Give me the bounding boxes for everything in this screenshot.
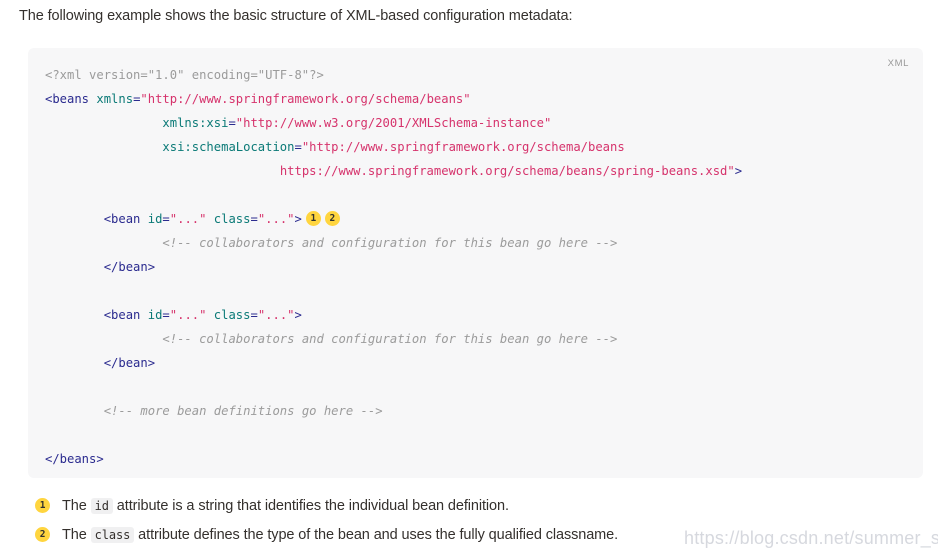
line-bean-one-comment: <!-- collaborators and configuration for… — [45, 231, 913, 255]
code-token-str: "..." — [257, 212, 295, 226]
code-token-tag: <beans — [45, 92, 90, 106]
footnote-badge-2[interactable]: 2 — [35, 526, 50, 542]
code-token-eq: = — [162, 212, 170, 226]
code-token-tag: </beans> — [45, 452, 104, 466]
code-token-eq: = — [228, 116, 236, 130]
footnote-inline-code: id — [90, 498, 113, 514]
code-token-eq: = — [294, 140, 302, 154]
code-token-tag: > — [294, 212, 302, 226]
intro-paragraph: The following example shows the basic st… — [19, 8, 573, 24]
code-token-attr: xmlns:xsi — [162, 116, 229, 130]
line-bean-one-open: <bean id="..." class="..."> 1 2 — [45, 207, 913, 231]
code-token-tag: <bean — [103, 212, 141, 226]
footnote-2: 2 The class attribute defines the type of… — [35, 525, 925, 554]
code-token-pi: <?xml version="1.0" encoding="UTF-8"?> — [45, 68, 324, 82]
line-schema-location: xsi:schemaLocation="http://www.springfra… — [45, 135, 913, 159]
line-xmlns-xsi: xmlns:xsi="http://www.w3.org/2001/XMLSch… — [45, 111, 913, 135]
code-token-attr: class — [213, 212, 251, 226]
code-token-str: "..." — [257, 308, 295, 322]
footnote-text: attribute is a string that identifies th… — [112, 498, 509, 515]
footnote-text: The — [62, 498, 91, 515]
footnote-list: 1 The id attribute is a string that ident… — [35, 496, 925, 554]
code-token-str: "http://www.w3.org/2001/XMLSchema-instan… — [235, 116, 552, 130]
code-token-str: https://www.springframework.org/schema/b… — [279, 164, 735, 178]
code-callout-badge-2[interactable]: 2 — [324, 211, 340, 226]
code-token-tag: > — [294, 308, 302, 322]
footnote-text: The — [62, 527, 91, 544]
code-token-attr: id — [147, 308, 163, 322]
line-bean-one-close: </bean> — [45, 255, 913, 279]
code-token-tag: <bean — [103, 308, 141, 322]
code-token-tag: </bean> — [103, 356, 156, 370]
line-blank-2 — [45, 279, 913, 303]
code-token-attr: class — [213, 308, 251, 322]
code-token-eq: = — [162, 308, 170, 322]
footnote-badge-1[interactable]: 1 — [35, 497, 50, 513]
line-blank-3 — [45, 375, 913, 399]
code-block: XML <?xml version="1.0" encoding="UTF-8"… — [28, 48, 923, 478]
code-token-comment: <!-- collaborators and configuration for… — [162, 236, 618, 250]
line-schema-location-continued: https://www.springframework.org/schema/b… — [45, 159, 913, 183]
code-token-str: "http://www.springframework.org/schema/b… — [140, 92, 471, 106]
line-beans-open: <beans xmlns="http://www.springframework… — [45, 87, 913, 111]
code-token-attr: xsi:schemaLocation — [162, 140, 295, 154]
code-content[interactable]: <?xml version="1.0" encoding="UTF-8"?> <b… — [45, 63, 913, 470]
footnote-inline-code: class — [90, 527, 135, 543]
line-bean-two-close: </bean> — [45, 351, 913, 375]
code-token-attr: id — [147, 212, 163, 226]
footnote-1: 1 The id attribute is a string that ident… — [35, 496, 925, 525]
footnote-text: attribute defines the type of the bean a… — [134, 527, 619, 544]
line-bean-two-open: <bean id="..." class="..."> — [45, 303, 913, 327]
code-token-str: "http://www.springframework.org/schema/b… — [301, 140, 625, 154]
code-token-tag: </bean> — [103, 260, 156, 274]
code-token-comment: <!-- collaborators and configuration for… — [162, 332, 618, 346]
line-blank-1 — [45, 183, 913, 207]
code-token-tag: > — [734, 164, 743, 178]
code-callout-badge-1[interactable]: 1 — [305, 211, 321, 226]
line-more-beans-comment: <!-- more bean definitions go here --> — [45, 399, 913, 423]
code-token-str: "..." — [169, 212, 207, 226]
line-beans-close: </beans> — [45, 447, 913, 471]
code-token-attr: xmlns — [96, 92, 134, 106]
code-token-comment: <!-- more bean definitions go here --> — [103, 404, 383, 418]
line-blank-4 — [45, 423, 913, 447]
code-token-eq: = — [250, 308, 258, 322]
line-bean-two-comment: <!-- collaborators and configuration for… — [45, 327, 913, 351]
code-token-str: "..." — [169, 308, 207, 322]
line-xml-declaration: <?xml version="1.0" encoding="UTF-8"?> — [45, 63, 913, 87]
code-token-eq: = — [250, 212, 258, 226]
